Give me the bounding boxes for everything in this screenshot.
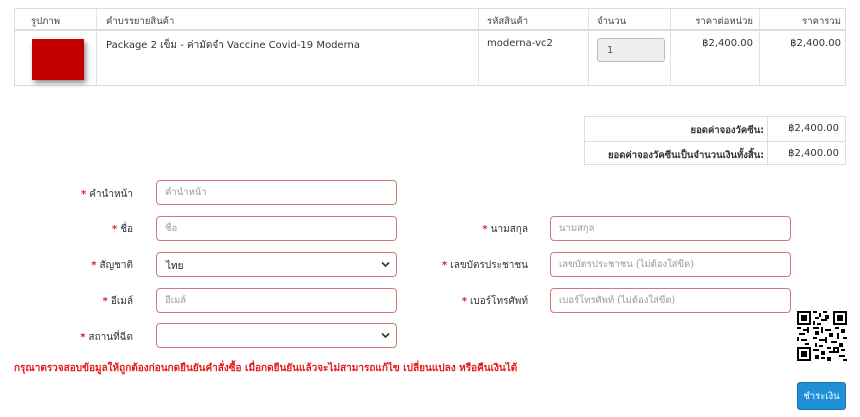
header-cell-total: ราคารวม (759, 9, 847, 29)
order-summary: ยอดค่าจองวัคซีน: ฿2,400.00 ยอดค่าจองวัคซ… (584, 116, 846, 165)
product-description: Package 2 เข็ม - ค่ามัดจำ Vaccine Covid-… (106, 40, 360, 51)
header-cell-image: รูปภาพ (15, 9, 96, 29)
required-mark: * (80, 332, 86, 343)
subtotal-row: ยอดค่าจองวัคซีน: ฿2,400.00 (585, 117, 845, 141)
nationality-label: * สัญชาติ (91, 258, 133, 273)
row-cell-quantity (588, 31, 670, 85)
unit-price: ฿2,400.00 (702, 38, 753, 49)
nationality-selected: ไทย (166, 261, 184, 272)
required-mark: * (102, 296, 108, 307)
grand-total-label: ยอดค่าจองวัคซีนเป็นจำนวนเงินทั้งสิ้น: (607, 150, 764, 161)
phone-input[interactable] (550, 288, 791, 313)
row-cell-total: ฿2,400.00 (759, 31, 847, 85)
phone-label: * เบอร์โทรศัพท์ (462, 294, 528, 309)
header-description: คำบรรยายสินค้า (106, 16, 175, 27)
required-mark: * (80, 189, 87, 200)
row-cell-image (15, 31, 96, 85)
header-quantity: จำนวน (597, 16, 627, 27)
location-label-text: สถานที่ฉีด (88, 332, 133, 343)
last-name-input[interactable] (550, 216, 791, 241)
title-label: * คำนำหน้า (81, 187, 133, 202)
product-image[interactable] (32, 39, 84, 80)
grand-total-row: ยอดค่าจองวัคซีนเป็นจำนวนเงินทั้งสิ้น: ฿2… (585, 141, 845, 165)
row-cell-code: moderna-vc2 (478, 31, 588, 85)
warning-message: กรุณาตรวจสอบข้อมูลให้ถูกต้องก่อนกดยืนยัน… (14, 363, 518, 374)
nationality-select[interactable]: ไทย (156, 252, 397, 277)
row-cell-unit-price: ฿2,400.00 (670, 31, 759, 85)
subtotal-label: ยอดค่าจองวัคซีน: (690, 125, 764, 136)
title-input[interactable] (156, 180, 397, 205)
phone-label-text: เบอร์โทรศัพท์ (469, 296, 528, 307)
last-name-label: * นามสกุล (482, 222, 528, 237)
last-name-label-text: นามสกุล (490, 224, 528, 235)
header-code: รหัสสินค้า (487, 16, 529, 27)
table-header-row: รูปภาพ คำบรรยายสินค้า รหัสสินค้า จำนวน ร… (15, 9, 845, 31)
id-number-label-text: เลขบัตรประชาชน (450, 260, 528, 271)
email-input[interactable] (156, 288, 397, 313)
order-table: รูปภาพ คำบรรยายสินค้า รหัสสินค้า จำนวน ร… (14, 8, 846, 86)
quantity-input[interactable] (597, 38, 665, 62)
location-select[interactable] (156, 323, 397, 348)
header-cell-description: คำบรรยายสินค้า (96, 9, 478, 29)
header-total: ราคารวม (802, 16, 841, 27)
first-name-input[interactable] (156, 216, 397, 241)
id-number-label: * เลขบัตรประชาชน (442, 258, 528, 273)
product-code: moderna-vc2 (487, 38, 553, 49)
first-name-label-text: ชื่อ (120, 224, 133, 235)
header-unit-price: ราคาต่อหน่วย (695, 16, 753, 27)
required-mark: * (442, 260, 448, 271)
email-label: * อีเมล์ (103, 294, 133, 309)
chevron-down-icon (381, 332, 390, 339)
nationality-label-text: สัญชาติ (99, 260, 133, 271)
row-cell-description: Package 2 เข็ม - ค่ามัดจำ Vaccine Covid-… (96, 31, 478, 85)
required-mark: * (482, 224, 488, 235)
table-row: Package 2 เข็ม - ค่ามัดจำ Vaccine Covid-… (15, 31, 845, 85)
summary-divider (767, 142, 768, 165)
chevron-down-icon (381, 261, 390, 268)
required-mark: * (461, 296, 467, 307)
header-cell-code: รหัสสินค้า (478, 9, 588, 29)
required-mark: * (91, 260, 97, 271)
header-cell-quantity: จำนวน (588, 9, 670, 29)
subtotal-value: ฿2,400.00 (788, 123, 839, 134)
location-label: * สถานที่ฉีด (80, 330, 133, 345)
header-cell-unit-price: ราคาต่อหน่วย (670, 9, 759, 29)
required-mark: * (111, 224, 118, 235)
title-label-text: คำนำหน้า (89, 189, 133, 200)
line-total: ฿2,400.00 (790, 38, 841, 49)
pay-button[interactable]: ชำระเงิน (797, 382, 846, 410)
grand-total-value: ฿2,400.00 (788, 148, 839, 159)
email-label-text: อีเมล์ (110, 296, 133, 307)
first-name-label: * ชื่อ (112, 222, 133, 237)
id-number-input[interactable] (550, 252, 791, 277)
header-image: รูปภาพ (31, 16, 60, 27)
qr-code-icon (797, 311, 847, 361)
summary-divider (767, 117, 768, 141)
